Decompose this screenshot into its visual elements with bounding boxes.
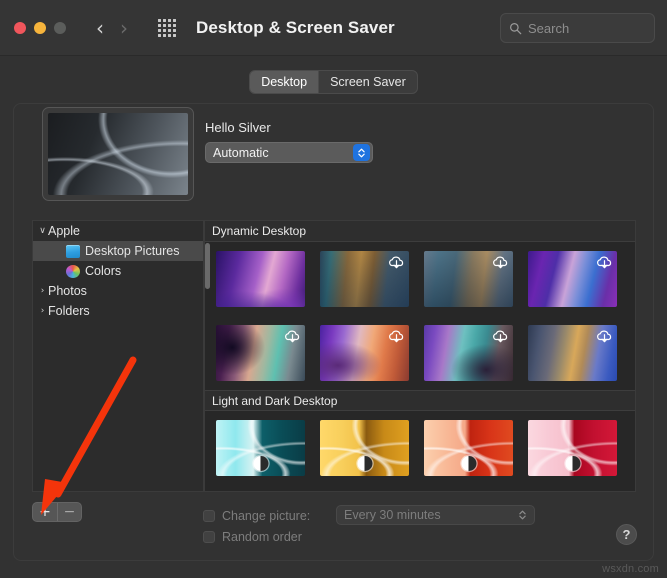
- wallpaper-thumbnail-big-sur-graphic[interactable]: [216, 251, 305, 307]
- traffic-light-group: [14, 21, 66, 34]
- source-list[interactable]: ∨ Apple Desktop Pictures Colors › Photos…: [32, 220, 204, 492]
- change-picture-checkbox[interactable]: [203, 509, 215, 522]
- desktop-preview[interactable]: [42, 107, 194, 201]
- chevron-down-icon[interactable]: ∨: [37, 226, 48, 236]
- change-interval-value: Every 30 minutes: [344, 508, 441, 522]
- wallpaper-thumbnail-coastal-cliffs[interactable]: [424, 325, 513, 381]
- cloud-download-icon[interactable]: [387, 253, 406, 272]
- sidebar-item-photos[interactable]: › Photos: [33, 281, 203, 301]
- watermark: wsxdn.com: [602, 563, 659, 575]
- change-picture-row[interactable]: Change picture:: [203, 505, 310, 526]
- change-picture-label: Change picture:: [222, 508, 311, 523]
- sidebar-item-label: Desktop Pictures: [85, 244, 180, 258]
- show-all-preferences-icon[interactable]: [156, 17, 178, 39]
- help-button[interactable]: ?: [616, 524, 637, 545]
- cloud-download-icon[interactable]: [491, 253, 510, 272]
- zoom-button[interactable]: [54, 21, 66, 34]
- sidebar-item-label: Photos: [48, 284, 87, 298]
- tab-desktop[interactable]: Desktop: [250, 71, 319, 93]
- appearance-mode-value: Automatic: [213, 145, 269, 160]
- wallpaper-thumbnail-iridescent-cove[interactable]: [216, 325, 305, 381]
- sidebar-item-label: Apple: [48, 224, 80, 238]
- change-interval-select[interactable]: Every 30 minutes: [336, 505, 535, 525]
- wallpaper-thumbnail-catalina-coast[interactable]: [320, 251, 409, 307]
- section-header-light-and-dark-desktop: Light and Dark Desktop: [205, 390, 635, 411]
- thumbnail-row: [205, 316, 635, 390]
- gallery-scrollbar[interactable]: [205, 243, 210, 289]
- thumbnail-row: [205, 411, 635, 485]
- current-wallpaper-name: Hello Silver: [205, 120, 271, 135]
- chevron-updown-icon[interactable]: [353, 144, 370, 161]
- system-preferences-window: ‹ › Desktop & Screen Saver Desktop Scree…: [0, 0, 667, 578]
- wallpaper-thumbnail-abstract-shapes[interactable]: [528, 251, 617, 307]
- chevron-updown-icon[interactable]: [515, 510, 529, 520]
- light-dark-badge-icon: [461, 456, 476, 471]
- sidebar-item-label: Folders: [48, 304, 90, 318]
- minimize-button[interactable]: [34, 21, 46, 34]
- cloud-download-icon[interactable]: [491, 327, 510, 346]
- window-titlebar: ‹ › Desktop & Screen Saver: [0, 0, 667, 56]
- search-input[interactable]: [528, 20, 667, 36]
- chevron-right-icon[interactable]: ›: [37, 286, 48, 296]
- add-folder-button[interactable]: +: [33, 503, 57, 521]
- wallpaper-thumbnail-hello-orange[interactable]: [424, 420, 513, 476]
- cloud-download-icon[interactable]: [283, 327, 302, 346]
- wallpaper-thumbnail-dusk-gradient[interactable]: [528, 325, 617, 381]
- section-header-dynamic-desktop: Dynamic Desktop: [205, 221, 635, 242]
- folder-icon: [66, 244, 80, 258]
- sidebar-item-label: Colors: [85, 264, 122, 278]
- sidebar-item-desktop-pictures[interactable]: Desktop Pictures: [33, 241, 203, 261]
- random-order-row[interactable]: Random order: [203, 526, 310, 547]
- page-title: Desktop & Screen Saver: [196, 17, 395, 37]
- close-button[interactable]: [14, 21, 26, 34]
- sidebar-item-apple[interactable]: ∨ Apple: [33, 221, 203, 241]
- random-order-checkbox[interactable]: [203, 530, 215, 543]
- tab-screen-saver[interactable]: Screen Saver: [318, 71, 417, 93]
- desktop-preview-thumbnail: [48, 113, 188, 195]
- search-icon: [510, 22, 522, 34]
- forward-button[interactable]: ›: [112, 13, 136, 43]
- wallpaper-thumbnail-hello-yellow[interactable]: [320, 420, 409, 476]
- color-wheel-icon: [66, 264, 80, 278]
- random-order-label: Random order: [222, 529, 302, 544]
- appearance-mode-select[interactable]: Automatic: [205, 142, 373, 163]
- sidebar-item-folders[interactable]: › Folders: [33, 301, 203, 321]
- cloud-download-icon[interactable]: [387, 327, 406, 346]
- wallpaper-thumbnail-catalina-island[interactable]: [424, 251, 513, 307]
- sidebar-item-colors[interactable]: Colors: [33, 261, 203, 281]
- wallpaper-thumbnail-hello-cyan[interactable]: [216, 420, 305, 476]
- light-dark-badge-icon: [565, 456, 580, 471]
- search-field[interactable]: [500, 13, 667, 43]
- cloud-download-icon[interactable]: [595, 327, 614, 346]
- cloud-download-icon[interactable]: [595, 253, 614, 272]
- add-remove-folder-control[interactable]: + −: [32, 502, 82, 522]
- light-dark-badge-icon: [253, 456, 268, 471]
- options-group: Change picture: Random order: [203, 505, 310, 547]
- back-button[interactable]: ‹: [88, 13, 112, 43]
- thumbnail-row: [205, 242, 635, 316]
- light-dark-badge-icon: [357, 456, 372, 471]
- remove-folder-button[interactable]: −: [57, 503, 81, 521]
- wallpaper-thumbnail-hello-pink[interactable]: [528, 420, 617, 476]
- tab-bar: Desktop Screen Saver: [0, 70, 667, 94]
- wallpaper-gallery[interactable]: Dynamic Desktop Light and Dark Desktop: [204, 220, 636, 492]
- wallpaper-thumbnail-iridescent-dunes[interactable]: [320, 325, 409, 381]
- chevron-right-icon[interactable]: ›: [37, 306, 48, 316]
